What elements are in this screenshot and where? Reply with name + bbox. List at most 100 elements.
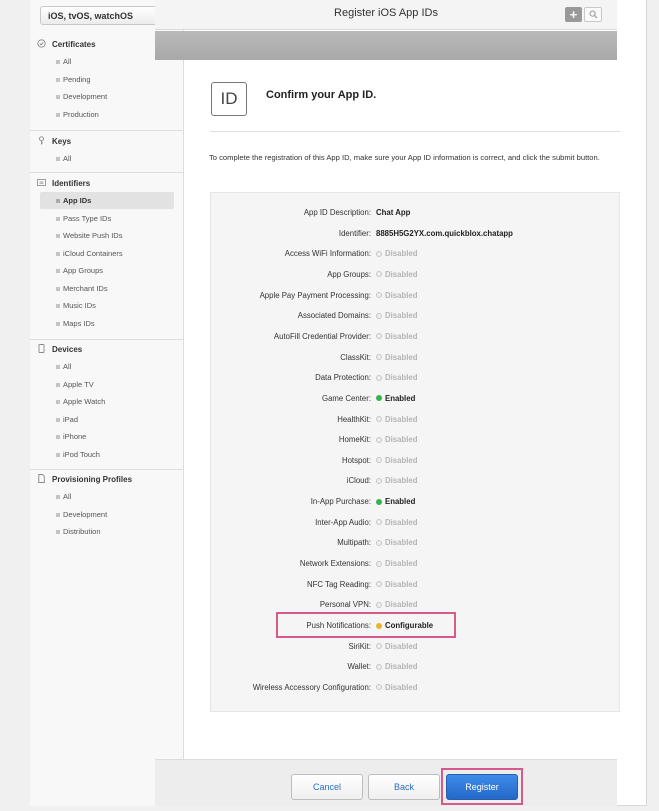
status-text: Disabled [385, 600, 418, 610]
search-icon [589, 10, 597, 19]
status-dot-icon [376, 477, 382, 484]
sidebar-item-development[interactable]: Development [40, 506, 174, 523]
sidebar-item-distribution[interactable]: Distribution [40, 523, 174, 540]
status-dot-icon [376, 684, 382, 691]
sidebar-section-certificates[interactable]: Certificates [37, 39, 96, 53]
sidebar-section-provisioning-profiles[interactable]: Provisioning Profiles [37, 474, 132, 488]
sidebar-item-development[interactable]: Development [40, 88, 174, 105]
sidebar-section-title: Identifiers [52, 179, 91, 188]
sidebar-item-all[interactable]: All [40, 150, 174, 167]
sidebar-item-iphone[interactable]: iPhone [40, 428, 174, 445]
status-text: Disabled [385, 352, 418, 362]
detail-row: Hotspot: Disabled [211, 456, 621, 470]
sidebar-divider [30, 469, 184, 470]
back-button[interactable]: Back [368, 774, 440, 800]
status-dot-icon [376, 436, 382, 443]
detail-label: HealthKit: [337, 414, 371, 424]
detail-row: Data Protection: Disabled [211, 373, 621, 387]
detail-label: Apple Pay Payment Processing: [259, 290, 371, 300]
status-dot-icon [376, 271, 382, 278]
sidebar-item-apple-tv[interactable]: Apple TV [40, 376, 174, 393]
confirm-heading: Confirm your App ID. [266, 89, 377, 101]
sidebar-divider [30, 130, 184, 131]
sidebar-section-title: Devices [52, 345, 83, 354]
detail-row: In-App Purchase: Enabled [211, 497, 621, 511]
detail-row: SiriKit: Disabled [211, 642, 621, 656]
sidebar-section-identifiers[interactable]: ID Identifiers [37, 178, 90, 192]
status-text: Disabled [385, 269, 418, 279]
sidebar-item-pass-type-ids[interactable]: Pass Type IDs [40, 210, 174, 227]
sidebar-divider [30, 339, 184, 340]
status-value: Disabled [376, 353, 418, 362]
sidebar-section-title: Certificates [52, 40, 96, 49]
app-id-badge-icon: ID [211, 82, 247, 116]
detail-row: Wallet: Disabled [211, 662, 621, 676]
detail-row: Inter-App Audio: Disabled [211, 518, 621, 532]
detail-label: Multipath: [337, 538, 371, 548]
sidebar-item-app-ids[interactable]: App IDs [40, 192, 174, 209]
sidebar-item-merchant-ids[interactable]: Merchant IDs [40, 280, 174, 297]
detail-label: Personal VPN: [319, 600, 371, 610]
sidebar-section-keys[interactable]: Keys [37, 136, 71, 150]
status-text: Enabled [385, 497, 416, 507]
detail-label: Access WiFi Information: [284, 249, 371, 259]
search-button[interactable] [584, 7, 602, 22]
status-value: Disabled [376, 580, 418, 589]
sidebar-section-devices[interactable]: Devices [37, 344, 82, 358]
status-dot-icon [376, 395, 382, 402]
status-value: Enabled [376, 497, 415, 506]
detail-row: Access WiFi Information: Disabled [211, 249, 621, 263]
page-title: Register iOS App IDs [334, 7, 438, 19]
status-text: 8885H5G2YX.com.quickblox.chatapp [376, 228, 513, 238]
status-text: Disabled [385, 662, 418, 672]
status-value: Disabled [376, 476, 418, 485]
status-dot-icon [376, 457, 382, 464]
sidebar-item-website-push-ids[interactable]: Website Push IDs [40, 227, 174, 244]
status-value: Disabled [376, 415, 418, 424]
sidebar-item-all[interactable]: All [40, 488, 174, 505]
sidebar-item-ipad[interactable]: iPad [40, 411, 174, 428]
detail-row: Associated Domains: Disabled [211, 311, 621, 325]
sidebar-item-music-ids[interactable]: Music IDs [40, 297, 174, 314]
detail-label: App Groups: [327, 269, 371, 279]
detail-row: App Groups: Disabled [211, 270, 621, 284]
sidebar-item-apple-watch[interactable]: Apple Watch [40, 393, 174, 410]
detail-label: ClassKit: [340, 352, 371, 362]
status-value: Disabled [376, 456, 418, 465]
status-dot-icon [376, 312, 382, 319]
cancel-button[interactable]: Cancel [291, 774, 363, 800]
status-value: Disabled [376, 270, 418, 279]
detail-row: NFC Tag Reading: Disabled [211, 580, 621, 594]
detail-row: Apple Pay Payment Processing: Disabled [211, 291, 621, 305]
status-text: Disabled [385, 249, 418, 259]
status-value: Disabled [376, 291, 418, 300]
sidebar-item-all[interactable]: All [40, 53, 174, 70]
divider [210, 131, 620, 132]
sidebar-item-all[interactable]: All [40, 358, 174, 375]
status-value: Disabled [376, 683, 418, 692]
sidebar-divider [30, 172, 184, 173]
status-dot-icon [376, 333, 382, 340]
status-text: Disabled [385, 455, 418, 465]
status-text: Enabled [385, 393, 416, 403]
detail-row: Network Extensions: Disabled [211, 559, 621, 573]
status-text: Disabled [385, 311, 418, 321]
status-text: Disabled [385, 538, 418, 548]
detail-label: Network Extensions: [299, 559, 371, 569]
status-dot-icon [376, 250, 382, 257]
platform-select-label: iOS, tvOS, watchOS [48, 11, 134, 21]
status-dot-icon [376, 292, 382, 299]
detail-label: HomeKit: [338, 435, 371, 445]
detail-value: 8885H5G2YX.com.quickblox.chatapp [376, 229, 513, 238]
sidebar-item-app-groups[interactable]: App Groups [40, 262, 174, 279]
detail-row: iCloud: Disabled [211, 476, 621, 490]
detail-row: ClassKit: Disabled [211, 353, 621, 367]
sidebar-item-ipod-touch[interactable]: iPod Touch [40, 446, 174, 463]
sidebar-item-maps-ids[interactable]: Maps IDs [40, 315, 174, 332]
sidebar-item-icloud-containers[interactable]: iCloud Containers [40, 245, 174, 262]
sidebar-item-pending[interactable]: Pending [40, 71, 174, 88]
detail-row: HomeKit: Disabled [211, 435, 621, 449]
add-button[interactable]: + [565, 7, 582, 22]
platform-select[interactable]: iOS, tvOS, watchOS [40, 6, 174, 25]
sidebar-item-production[interactable]: Production [40, 106, 174, 123]
